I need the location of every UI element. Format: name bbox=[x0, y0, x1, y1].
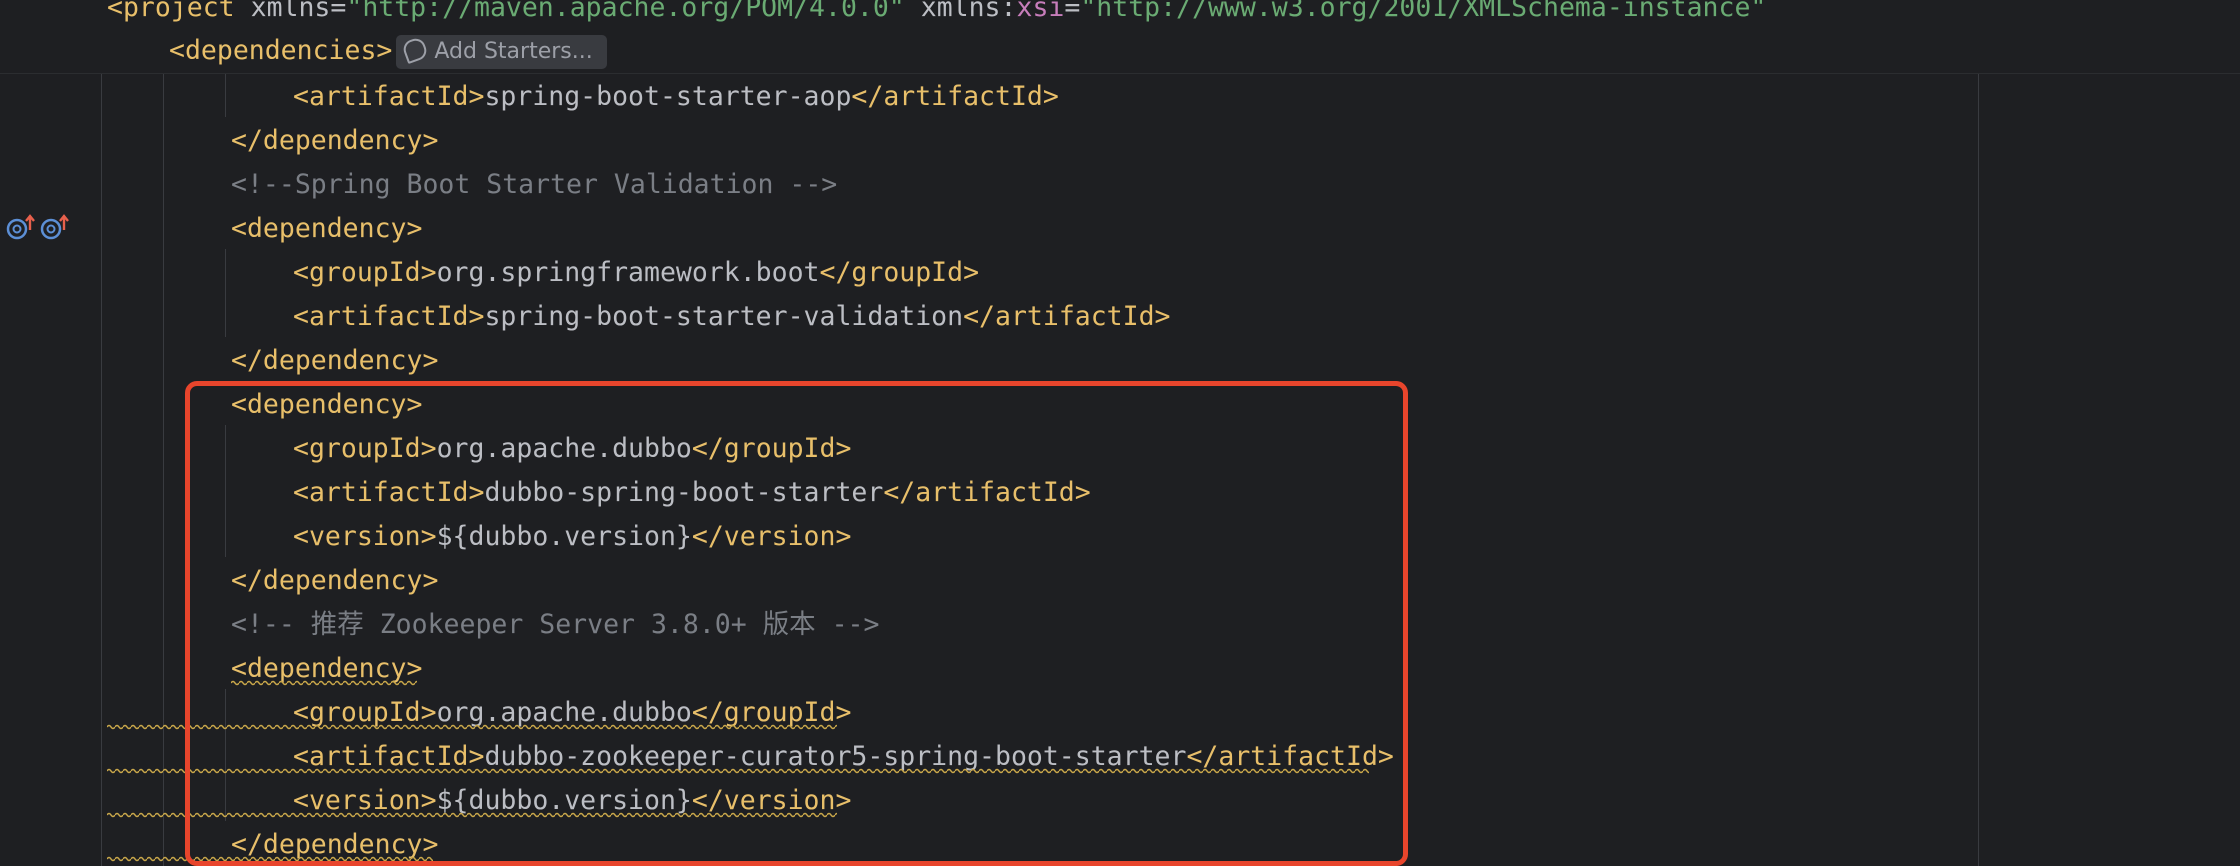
code-line[interactable]: <dependency> bbox=[231, 207, 422, 251]
code-line[interactable]: <artifactId>spring-boot-starter-aop</art… bbox=[293, 75, 1059, 119]
right-margin-guide bbox=[1978, 73, 1979, 866]
xml-text: org.springframework.boot bbox=[436, 257, 820, 288]
code-editor[interactable]: <project xmlns="http://maven.apache.org/… bbox=[0, 0, 2240, 866]
code-line[interactable]: </dependency> bbox=[231, 119, 438, 163]
overrides-up-icon[interactable] bbox=[40, 214, 70, 240]
code-line[interactable]: </dependency> bbox=[231, 339, 438, 383]
xml-tag: <dependency> bbox=[231, 213, 423, 244]
xml-tag: </artifactId> bbox=[963, 301, 1171, 332]
code-line[interactable]: <!--Spring Boot Starter Validation --> bbox=[231, 163, 837, 207]
code-line[interactable]: <artifactId>spring-boot-starter-validati… bbox=[293, 295, 1171, 339]
sticky-project-line[interactable]: <project xmlns="http://maven.apache.org/… bbox=[107, 0, 1766, 30]
indent-guide bbox=[225, 249, 226, 337]
xml-attribute-value: "http://maven.apache.org/POM/4.0.0" bbox=[346, 0, 905, 23]
xml-text: spring-boot-starter-aop bbox=[484, 81, 852, 112]
code-line[interactable]: <groupId>org.springframework.boot</group… bbox=[293, 251, 979, 295]
sticky-lines-header: <project xmlns="http://maven.apache.org/… bbox=[0, 0, 2240, 74]
add-starters-label: Add Starters... bbox=[434, 38, 593, 64]
xml-tag: </dependency> bbox=[231, 345, 439, 376]
xml-attribute: xmlns bbox=[250, 0, 331, 23]
xml-tag: </dependency> bbox=[231, 125, 439, 156]
indent-guide bbox=[225, 73, 226, 117]
xml-tag: <artifactId> bbox=[293, 301, 485, 332]
xml-tag: <groupId> bbox=[293, 257, 437, 288]
xml-tag: </artifactId> bbox=[851, 81, 1059, 112]
xml-tag: <artifactId> bbox=[293, 81, 485, 112]
add-starters-button[interactable]: Add Starters... bbox=[396, 34, 607, 69]
xml-attribute: xmlns bbox=[920, 0, 1001, 23]
spring-leaf-icon bbox=[401, 35, 430, 64]
highlight-annotation-box bbox=[185, 381, 1408, 866]
indent-guide bbox=[101, 73, 102, 866]
xml-comment: <!--Spring Boot Starter Validation --> bbox=[231, 169, 838, 200]
indent-guide bbox=[163, 73, 164, 866]
xml-tag: <project bbox=[107, 0, 235, 23]
xml-attribute-value: "http://www.w3.org/2001/XMLSchema-instan… bbox=[1080, 0, 1767, 23]
xml-text: spring-boot-starter-validation bbox=[484, 301, 964, 332]
xml-namespace: xsi bbox=[1016, 0, 1065, 23]
sticky-dependencies-line[interactable]: <dependencies> Add Starters... bbox=[169, 29, 607, 73]
overrides-up-icon[interactable] bbox=[6, 214, 36, 240]
xml-tag: <dependencies> bbox=[169, 35, 393, 66]
xml-tag: </groupId> bbox=[819, 257, 980, 288]
